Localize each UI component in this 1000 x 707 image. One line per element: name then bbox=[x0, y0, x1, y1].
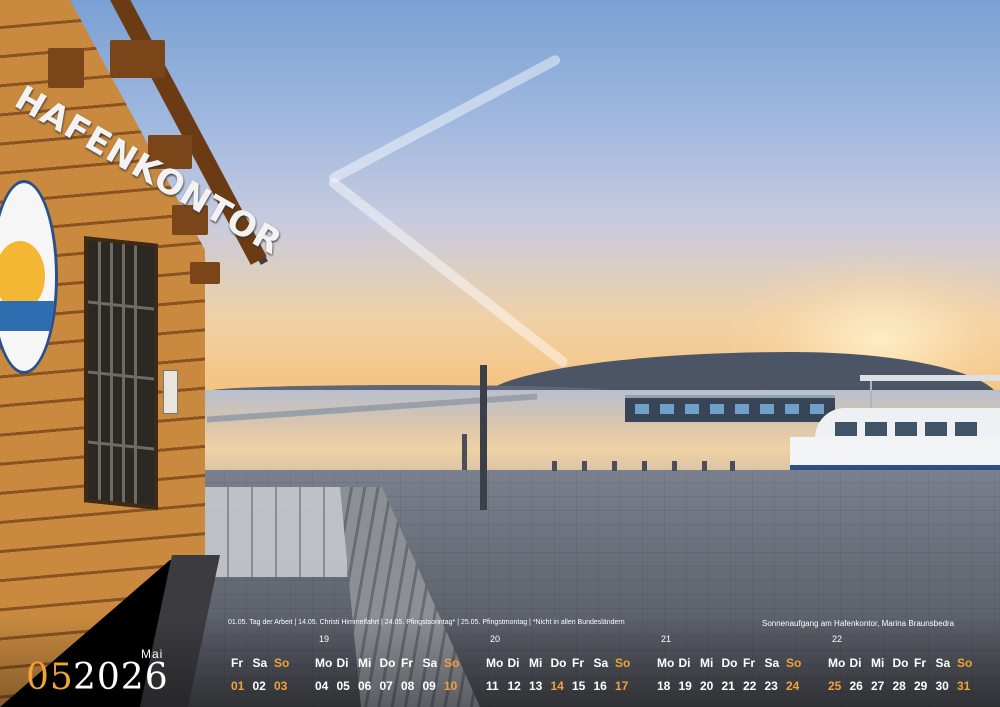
date-row: 18 19 20 21 22 23 24 bbox=[657, 679, 808, 693]
photo-scene: HAFENKONTOR bbox=[0, 0, 1000, 707]
bollard bbox=[582, 461, 587, 471]
weekday-label: Fr bbox=[572, 656, 584, 670]
date-cell: 13 bbox=[529, 679, 543, 693]
bollard bbox=[552, 461, 557, 471]
roof-beam bbox=[110, 40, 165, 78]
weekday-row: Mo Di Mi Do Fr Sa So bbox=[315, 656, 466, 670]
weekday-label: Sa bbox=[593, 656, 609, 670]
date-cell: 11 bbox=[486, 679, 499, 693]
roof-beam bbox=[190, 262, 220, 284]
date-cell: 23 bbox=[764, 679, 778, 693]
weekday-row: Mo Di Mi Do Fr Sa So bbox=[486, 656, 637, 670]
date-cell: 26 bbox=[849, 679, 863, 693]
weekday-label: So bbox=[615, 656, 631, 670]
weekday-label: So bbox=[786, 656, 802, 670]
year: 2026 bbox=[73, 657, 169, 698]
date-cell: 17 bbox=[615, 679, 629, 693]
weekday-row: Mo Di Mi Do Fr Sa So bbox=[828, 656, 979, 670]
holidays-note: 01.05. Tag der Arbeit | 14.05. Christi H… bbox=[228, 619, 625, 626]
date-cell: 18 bbox=[657, 679, 671, 693]
barred-window bbox=[84, 236, 158, 510]
weekday-label: Mi bbox=[871, 656, 885, 670]
date-cell: 16 bbox=[593, 679, 607, 693]
bollard bbox=[672, 461, 677, 471]
date-cell: 10 bbox=[444, 679, 458, 693]
date-cell: 03 bbox=[274, 679, 288, 693]
date-cell: 22 bbox=[743, 679, 757, 693]
weekday-label: Fr bbox=[401, 656, 413, 670]
weekday-label: Fr bbox=[231, 656, 243, 670]
date-row: 04 05 06 07 08 09 10 bbox=[315, 679, 466, 693]
weekday-label: Di bbox=[849, 656, 862, 670]
weekday-label: Sa bbox=[422, 656, 438, 670]
weekday-label: Mo bbox=[315, 656, 333, 670]
date-cell: 29 bbox=[914, 679, 928, 693]
weekday-label: Mo bbox=[486, 656, 504, 670]
weekday-label: So bbox=[444, 656, 460, 670]
weekday-label: Di bbox=[336, 656, 349, 670]
month-number: 05 bbox=[26, 657, 74, 698]
weekday-label: Mi bbox=[529, 656, 543, 670]
bollard bbox=[612, 461, 617, 471]
date-cell: 04 bbox=[315, 679, 329, 693]
date-row: 01 02 03 bbox=[231, 679, 296, 693]
weekday-label: Do bbox=[892, 656, 909, 670]
week-number: 21 bbox=[661, 634, 672, 644]
weekday-label: So bbox=[957, 656, 973, 670]
roof-beam bbox=[48, 48, 84, 88]
date-cell: 06 bbox=[358, 679, 372, 693]
date-cell: 21 bbox=[721, 679, 735, 693]
weekday-label: Do bbox=[550, 656, 567, 670]
date-cell: 12 bbox=[507, 679, 521, 693]
date-cell: 01 bbox=[231, 679, 245, 693]
weekday-label: Fr bbox=[914, 656, 926, 670]
date-cell: 02 bbox=[252, 679, 266, 693]
date-cell: 09 bbox=[422, 679, 436, 693]
date-cell: 05 bbox=[336, 679, 350, 693]
date-cell: 20 bbox=[700, 679, 714, 693]
weekday-label: Do bbox=[721, 656, 738, 670]
weekday-row: Mo Di Mi Do Fr Sa So bbox=[657, 656, 808, 670]
week-number: 20 bbox=[490, 634, 501, 644]
weekday-label: Sa bbox=[252, 656, 268, 670]
weekday-label: Di bbox=[678, 656, 691, 670]
date-cell: 19 bbox=[678, 679, 692, 693]
date-cell: 15 bbox=[572, 679, 586, 693]
photo-caption: Sonnenaufgang am Hafenkontor, Marina Bra… bbox=[762, 619, 955, 628]
date-cell: 25 bbox=[828, 679, 842, 693]
bollard bbox=[642, 461, 647, 471]
bollard bbox=[702, 461, 707, 471]
date-cell: 28 bbox=[892, 679, 906, 693]
date-cell: 08 bbox=[401, 679, 415, 693]
date-row: 11 12 13 14 15 16 17 bbox=[486, 679, 637, 693]
weekday-label: Sa bbox=[935, 656, 951, 670]
passenger-boat bbox=[790, 375, 1000, 470]
date-cell: 14 bbox=[550, 679, 564, 693]
date-cell: 31 bbox=[957, 679, 971, 693]
lamp-pole bbox=[480, 365, 487, 510]
date-cell: 07 bbox=[379, 679, 393, 693]
weekday-label: So bbox=[274, 656, 290, 670]
paving-tiles bbox=[205, 487, 350, 577]
weekday-label: Mo bbox=[828, 656, 846, 670]
weekday-row: Fr Sa So bbox=[231, 656, 296, 670]
date-cell: 30 bbox=[935, 679, 949, 693]
week-number: 22 bbox=[832, 634, 843, 644]
week-number: 19 bbox=[319, 634, 330, 644]
date-cell: 27 bbox=[871, 679, 885, 693]
date-row: 25 26 27 28 29 30 31 bbox=[828, 679, 979, 693]
date-cell: 24 bbox=[786, 679, 800, 693]
weekday-label: Sa bbox=[764, 656, 780, 670]
weekday-label: Mo bbox=[657, 656, 675, 670]
weekday-label: Fr bbox=[743, 656, 755, 670]
weekday-label: Do bbox=[379, 656, 396, 670]
weekday-label: Di bbox=[507, 656, 520, 670]
wall-plaque bbox=[163, 370, 178, 414]
bollard bbox=[730, 461, 735, 471]
bollard bbox=[462, 434, 467, 470]
weekday-label: Mi bbox=[358, 656, 372, 670]
weekday-label: Mi bbox=[700, 656, 714, 670]
